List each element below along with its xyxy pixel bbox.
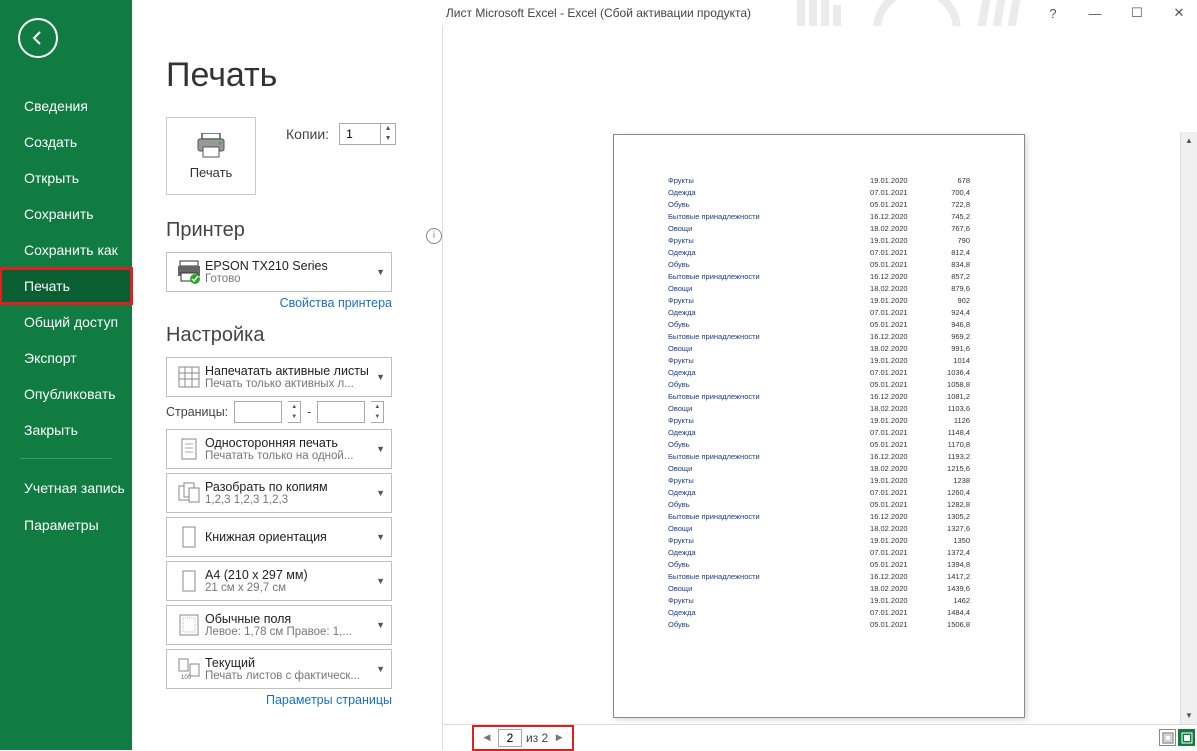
pages-from-input[interactable] (234, 401, 282, 423)
close-button[interactable]: ✕ (1167, 4, 1191, 22)
sidebar-item-open[interactable]: Открыть (0, 160, 132, 196)
chevron-down-icon: ▼ (376, 488, 385, 498)
svg-text:100: 100 (181, 675, 192, 681)
duplex-dropdown[interactable]: Односторонняя печатьПечатать только на о… (166, 429, 392, 469)
maximize-button[interactable]: ☐ (1125, 4, 1149, 22)
show-margins-button[interactable] (1159, 729, 1176, 746)
help-button[interactable]: ? (1041, 4, 1065, 22)
chevron-down-icon: ▼ (376, 372, 385, 382)
page-navigator: ◀ из 2 ▶ (472, 725, 574, 751)
info-icon[interactable]: i (426, 228, 442, 244)
print-preview: Фрукты19.01.2020678Одежда07.01.2021700,4… (442, 26, 1197, 750)
print-button[interactable]: Печать (166, 117, 256, 195)
copies-spinner[interactable]: ▲▼ (339, 123, 396, 145)
zoom-to-page-button[interactable] (1178, 729, 1195, 746)
window-title: Лист Microsoft Excel - Excel (Сбой актив… (446, 6, 751, 20)
page-setup-link[interactable]: Параметры страницы (166, 693, 392, 707)
paper-icon (173, 566, 205, 596)
vertical-scrollbar[interactable]: ▲ ▼ (1180, 132, 1197, 724)
prev-page-button[interactable]: ◀ (480, 731, 494, 745)
collate-icon (173, 478, 205, 508)
scale-dropdown[interactable]: 100 ТекущийПечать листов с фактическ... … (166, 649, 392, 689)
collate-dropdown[interactable]: Разобрать по копиям1,2,3 1,2,3 1,2,3 ▼ (166, 473, 392, 513)
scroll-up[interactable]: ▲ (1181, 132, 1197, 149)
printer-name: EPSON TX210 Series (205, 259, 372, 273)
chevron-down-icon: ▼ (376, 267, 385, 277)
sidebar-item-new[interactable]: Создать (0, 124, 132, 160)
preview-data-table: Фрукты19.01.2020678Одежда07.01.2021700,4… (664, 173, 974, 631)
page-total-label: из 2 (526, 731, 548, 745)
next-page-button[interactable]: ▶ (552, 731, 566, 745)
chevron-down-icon: ▼ (376, 620, 385, 630)
sidebar-item-save[interactable]: Сохранить (0, 196, 132, 232)
margins-icon (173, 610, 205, 640)
current-page-input[interactable] (498, 729, 522, 747)
portrait-icon (173, 522, 205, 552)
titlebar: Лист Microsoft Excel - Excel (Сбой актив… (0, 0, 1197, 26)
sidebar-divider (20, 458, 112, 459)
sidebar-item-close[interactable]: Закрыть (0, 412, 132, 448)
preview-page: Фрукты19.01.2020678Одежда07.01.2021700,4… (613, 134, 1025, 718)
scale-icon: 100 (173, 654, 205, 684)
pages-label: Страницы: (166, 405, 228, 419)
page-icon (173, 434, 205, 464)
chevron-down-icon: ▼ (376, 664, 385, 674)
scroll-down[interactable]: ▼ (1181, 707, 1197, 724)
copies-up[interactable]: ▲ (381, 124, 395, 134)
printer-status-icon (173, 257, 205, 287)
chevron-down-icon: ▼ (376, 576, 385, 586)
sidebar-item-print[interactable]: Печать (0, 268, 132, 304)
margins-dropdown[interactable]: Обычные поляЛевое: 1,78 см Правое: 1,...… (166, 605, 392, 645)
copies-label: Копии: (286, 126, 329, 142)
copies-input[interactable] (340, 124, 380, 144)
settings-heading: Настройка (166, 324, 442, 347)
backstage-sidebar: Сведения Создать Открыть Сохранить Сохра… (0, 0, 132, 750)
sidebar-item-publish[interactable]: Опубликовать (0, 376, 132, 412)
printer-properties-link[interactable]: Свойства принтера (166, 296, 392, 310)
pages-to-input[interactable] (317, 401, 365, 423)
chevron-down-icon: ▼ (376, 532, 385, 542)
orientation-dropdown[interactable]: Книжная ориентация ▼ (166, 517, 392, 557)
sheets-icon (173, 362, 205, 392)
print-what-dropdown[interactable]: Напечатать активные листыПечать только а… (166, 357, 392, 397)
printer-heading: Принтер (166, 219, 245, 242)
printer-status: Готово (205, 273, 372, 285)
copies-down[interactable]: ▼ (381, 134, 395, 144)
printer-dropdown[interactable]: EPSON TX210 Series Готово ▼ (166, 252, 392, 292)
sidebar-item-export[interactable]: Экспорт (0, 340, 132, 376)
minimize-button[interactable]: — (1083, 4, 1107, 22)
page-title: Печать (166, 56, 442, 95)
paper-dropdown[interactable]: A4 (210 x 297 мм)21 см x 29,7 см ▼ (166, 561, 392, 601)
sidebar-item-account[interactable]: Учетная запись (0, 469, 132, 507)
sidebar-item-saveas[interactable]: Сохранить как (0, 232, 132, 268)
sidebar-item-info[interactable]: Сведения (0, 88, 132, 124)
sidebar-item-options[interactable]: Параметры (0, 507, 132, 543)
chevron-down-icon: ▼ (376, 444, 385, 454)
preview-footer: ◀ из 2 ▶ (442, 724, 1197, 750)
printer-icon (196, 133, 226, 159)
sidebar-item-share[interactable]: Общий доступ (0, 304, 132, 340)
print-button-label: Печать (190, 165, 233, 180)
